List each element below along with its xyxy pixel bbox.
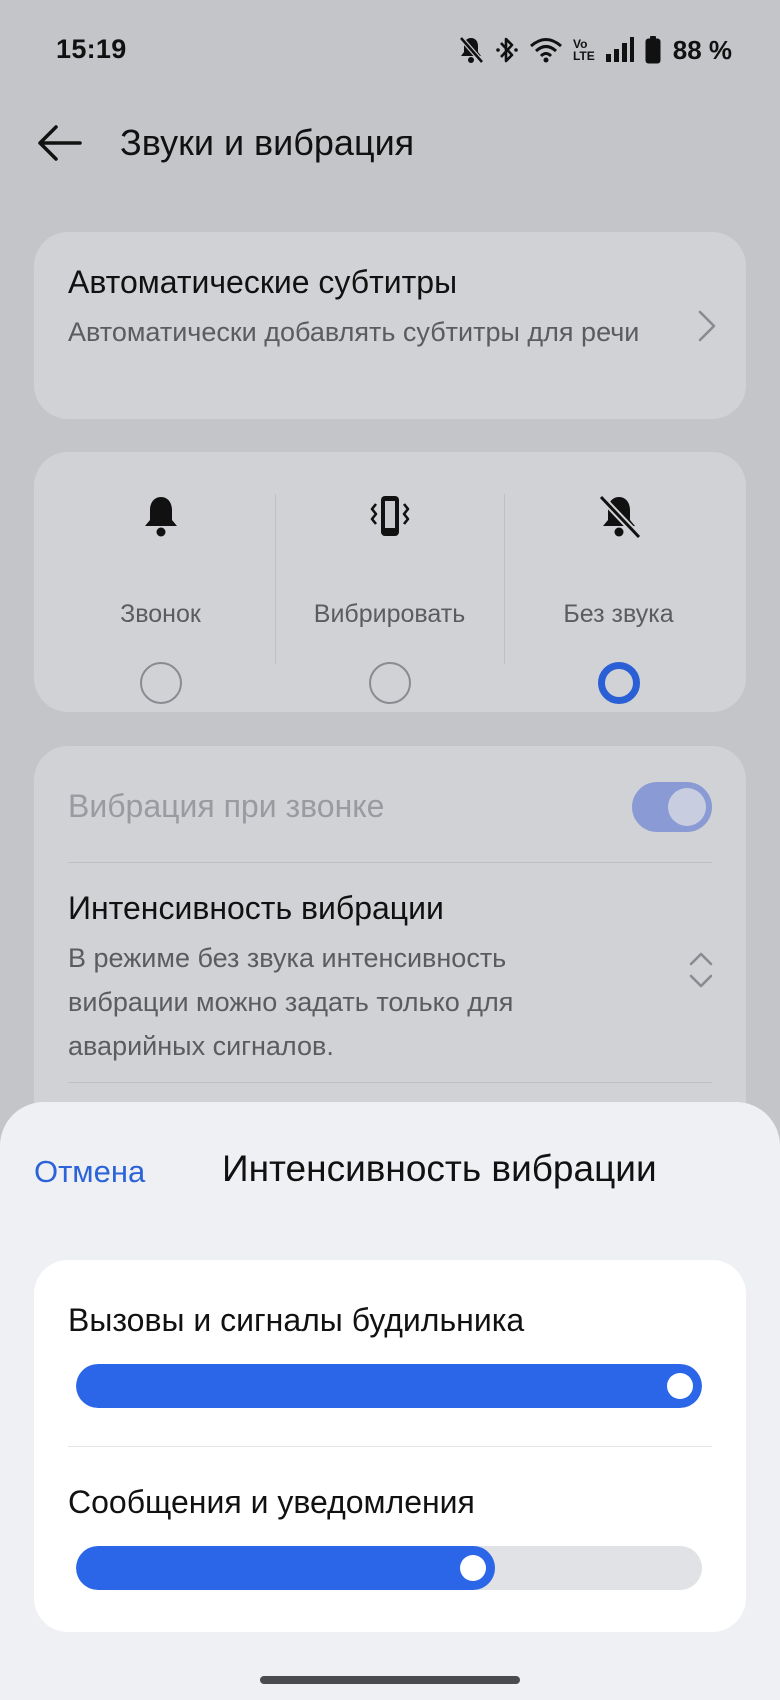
vibration-card: Вибрация при звонке Интенсивность вибрац… [34,746,746,1146]
chevron-up-down-icon[interactable] [688,950,714,995]
vibrate-on-ring-toggle[interactable] [632,782,712,832]
auto-subtitles-description: Автоматически добавлять субтитры для реч… [68,317,640,347]
vibration-intensity-sheet: Отмена Интенсивность вибрации Вызовы и с… [0,1102,780,1700]
mode-label: Вибрировать [313,600,466,628]
mode-radio-selected[interactable] [597,662,640,704]
mute-bell-icon [457,35,485,65]
status-icons: Vo LTE 88 % [457,32,732,68]
divider [68,1082,712,1083]
mode-vibrate[interactable]: Вибрировать [275,492,504,704]
mode-radio[interactable] [368,662,411,704]
battery-percent: 88 % [672,34,732,65]
messages-notifications-label: Сообщения и уведомления [68,1484,475,1520]
slider-fill [76,1546,495,1590]
divider [68,1446,712,1447]
slider-thumb[interactable] [667,1373,693,1399]
page-title: Звуки и вибрация [120,122,415,163]
bluetooth-icon [495,35,519,65]
cancel-button[interactable]: Отмена [34,1154,145,1190]
status-bar: 15:19 Vo LTE 88 % [0,0,780,100]
mode-label: Без звука [563,600,674,628]
vibration-intensity-title: Интенсивность вибрации [68,890,444,926]
mode-label: Звонок [120,600,201,628]
calls-alarms-label: Вызовы и сигналы будильника [68,1302,525,1338]
sound-mode-card: Звонок Вибрировать Без звука [34,452,746,712]
screen: 15:19 Vo LTE 88 % Звуки и вибрация Автом… [0,0,780,1700]
divider [68,862,712,863]
signal-icon [605,37,635,63]
mode-silent[interactable]: Без звука [504,492,733,704]
slider-fill [76,1364,702,1408]
vibrate-on-ring-label: Вибрация при звонке [68,788,385,824]
sheet-card: Вызовы и сигналы будильника Сообщения и … [34,1260,746,1632]
status-time: 15:19 [56,34,127,64]
vibration-intensity-description: В режиме без звука интенсивность вибраци… [68,943,514,1061]
back-button[interactable] [30,120,90,170]
calls-alarms-slider[interactable] [76,1364,702,1408]
app-bar: Звуки и вибрация [0,100,780,190]
arrow-left-icon [36,123,84,168]
bell-icon [137,492,185,540]
bell-off-icon [595,492,643,540]
auto-subtitles-row[interactable]: Автоматические субтитры Автоматически до… [34,232,746,419]
toggle-knob [668,788,706,826]
mode-radio[interactable] [139,662,182,704]
mode-ring[interactable]: Звонок [46,492,275,704]
messages-notifications-slider[interactable] [76,1546,702,1590]
volte-icon: Vo LTE [573,38,595,62]
home-indicator[interactable] [260,1676,520,1684]
vibrate-phone-icon [366,492,414,540]
chevron-right-icon [696,308,718,349]
volte-line2: LTE [572,49,595,63]
sheet-title: Интенсивность вибрации [222,1148,657,1189]
wifi-icon [529,36,563,64]
auto-subtitles-title: Автоматические субтитры [68,264,458,300]
slider-thumb[interactable] [460,1555,486,1581]
battery-icon [645,36,661,64]
